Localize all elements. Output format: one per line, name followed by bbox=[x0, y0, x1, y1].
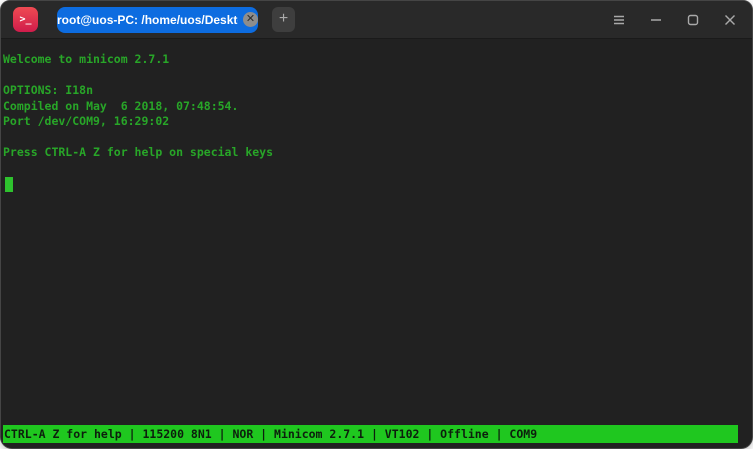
minicom-status-bar: CTRL-A Z for help | 115200 8N1 | NOR | M… bbox=[3, 425, 738, 443]
close-icon bbox=[724, 14, 735, 25]
terminal-cursor bbox=[5, 177, 13, 192]
terminal-line: Port /dev/COM9, 16:29:02 bbox=[3, 114, 170, 128]
window-controls bbox=[600, 1, 752, 39]
hamburger-menu-icon bbox=[613, 15, 624, 24]
terminal-line: Press CTRL-A Z for help on special keys bbox=[3, 145, 274, 159]
maximize-icon bbox=[687, 14, 698, 25]
minimize-button[interactable] bbox=[637, 1, 674, 39]
terminal-line: Compiled on May 6 2018, 07:48:54. bbox=[3, 98, 239, 113]
terminal-screen[interactable]: Welcome to minicom 2.7.1 OPTIONS: I18n C… bbox=[1, 39, 752, 448]
maximize-button[interactable] bbox=[674, 1, 711, 39]
terminal-app-icon: >_ bbox=[13, 7, 38, 32]
tab-terminal-session[interactable]: root@uos-PC: /home/uos/Desktop ✕ bbox=[57, 6, 258, 33]
minimize-icon bbox=[650, 18, 661, 21]
tab-title: root@uos-PC: /home/uos/Desktop bbox=[57, 12, 238, 27]
terminal-line: OPTIONS: I18n bbox=[3, 83, 94, 97]
menu-button[interactable] bbox=[600, 1, 637, 39]
new-tab-button[interactable]: + bbox=[272, 7, 295, 32]
close-button[interactable] bbox=[711, 1, 748, 39]
terminal-window: >_ root@uos-PC: /home/uos/Desktop ✕ + We… bbox=[0, 0, 753, 449]
terminal-output: Welcome to minicom 2.7.1 OPTIONS: I18n C… bbox=[1, 39, 752, 192]
titlebar: >_ root@uos-PC: /home/uos/Desktop ✕ + bbox=[1, 1, 752, 39]
tab-close-icon[interactable]: ✕ bbox=[243, 12, 258, 27]
terminal-line: Welcome to minicom 2.7.1 bbox=[3, 52, 170, 66]
